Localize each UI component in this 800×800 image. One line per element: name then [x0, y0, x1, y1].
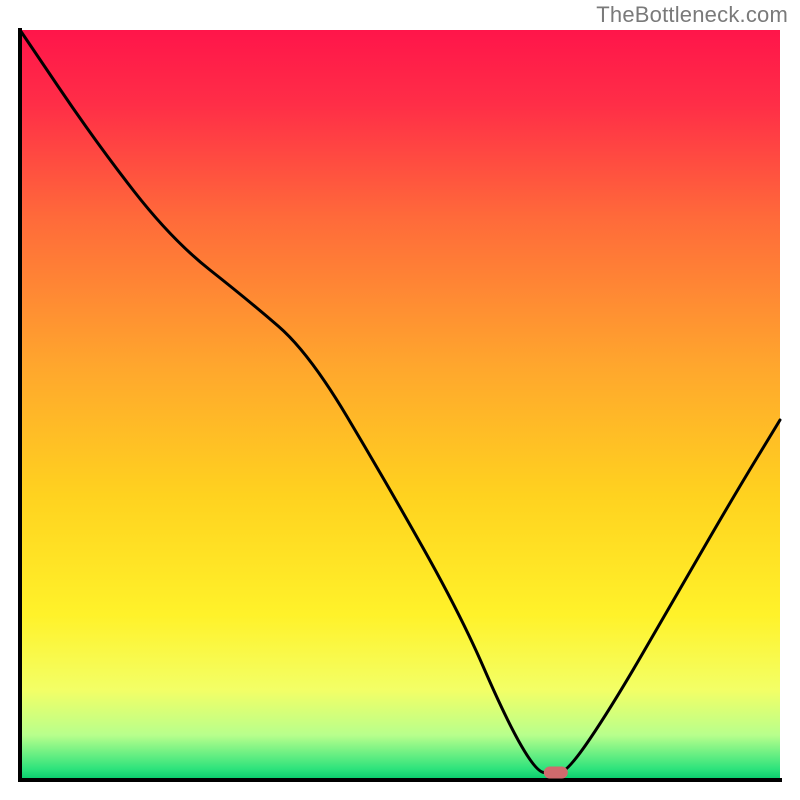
- plot-background: [20, 30, 780, 780]
- chart-container: TheBottleneck.com: [0, 0, 800, 800]
- optimal-marker: [544, 767, 568, 779]
- bottleneck-chart: [0, 0, 800, 800]
